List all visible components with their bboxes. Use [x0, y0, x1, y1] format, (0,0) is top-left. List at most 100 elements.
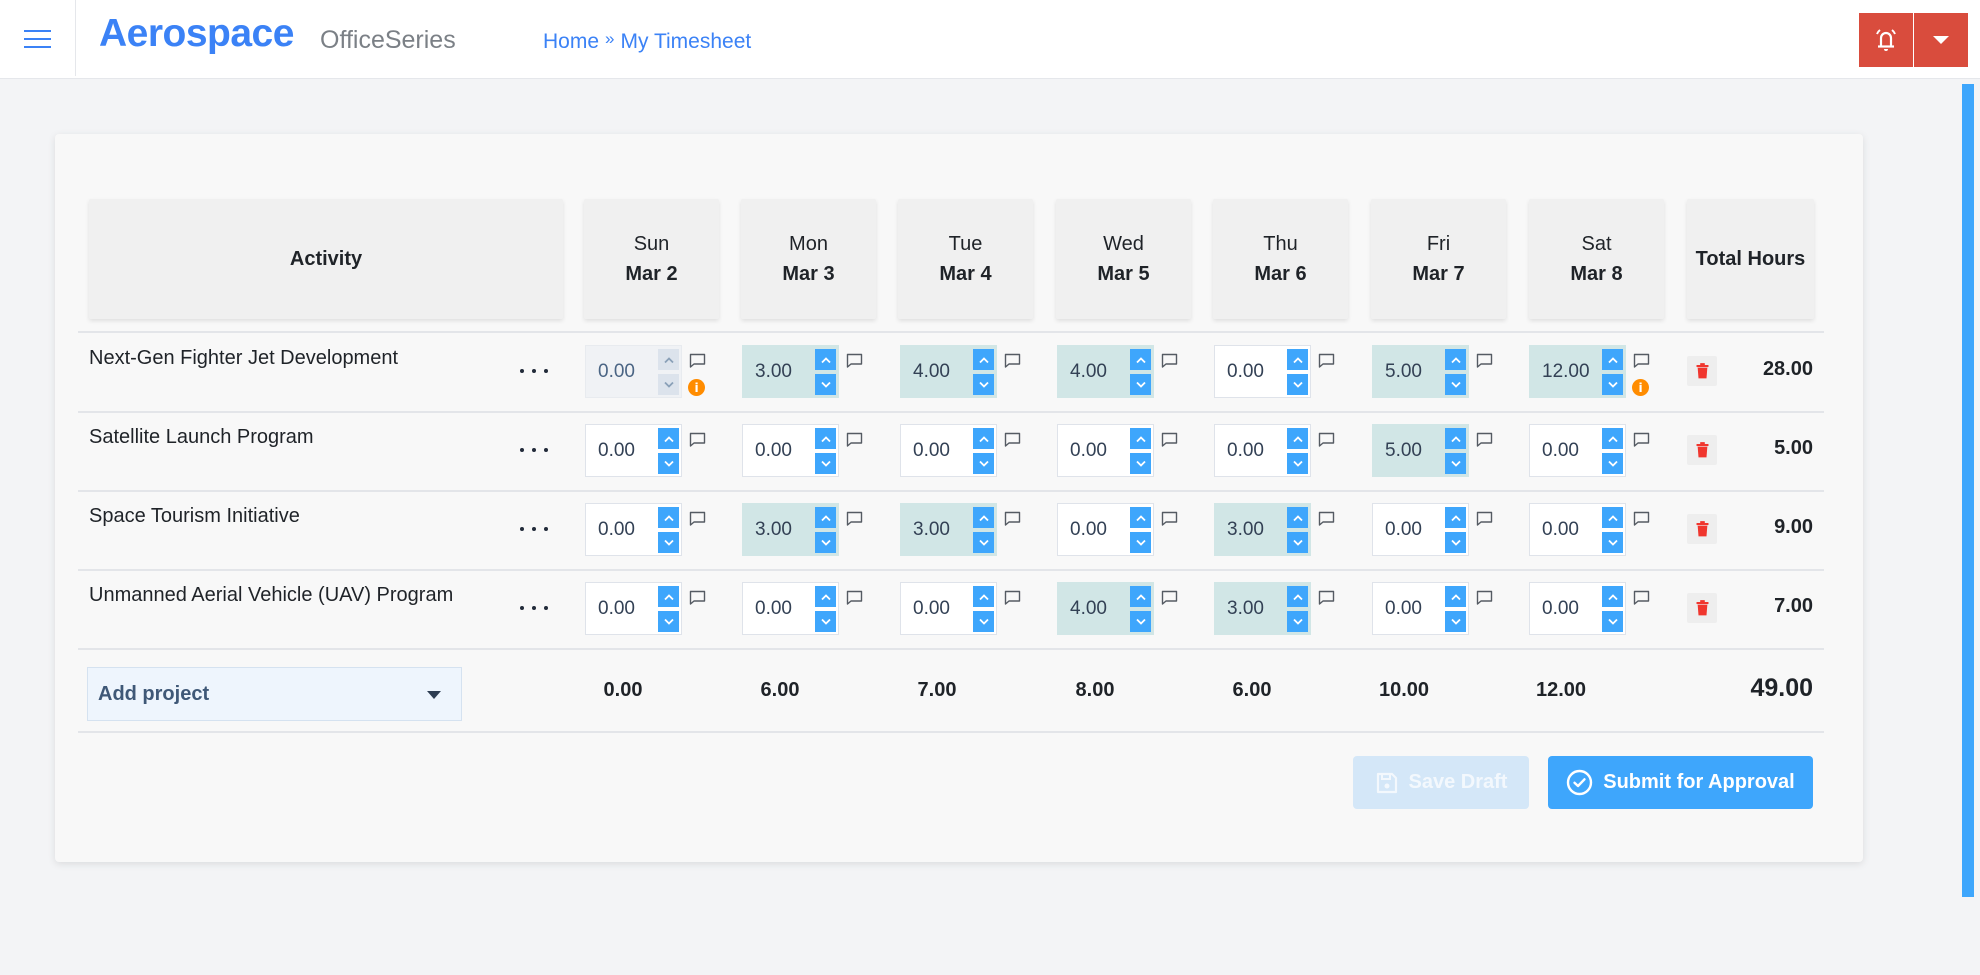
increment-chevron-up-icon[interactable]: [1602, 507, 1623, 528]
hours-input-sun[interactable]: 0.00: [585, 503, 682, 556]
comment-icon[interactable]: [689, 590, 706, 605]
submit-for-approval-button[interactable]: Submit for Approval: [1548, 756, 1813, 809]
increment-chevron-up-icon[interactable]: [1287, 349, 1308, 370]
row-actions-menu-icon[interactable]: [520, 440, 548, 460]
decrement-chevron-down-icon[interactable]: [1445, 374, 1466, 395]
comment-icon[interactable]: [1633, 511, 1650, 526]
comment-icon[interactable]: [1476, 432, 1493, 447]
increment-chevron-up-icon[interactable]: [973, 586, 994, 607]
increment-chevron-up-icon[interactable]: [1287, 507, 1308, 528]
hours-input-wed[interactable]: 0.00: [1057, 424, 1154, 477]
comment-icon[interactable]: [846, 590, 863, 605]
comment-icon[interactable]: [1318, 432, 1335, 447]
comment-icon[interactable]: [1476, 511, 1493, 526]
increment-chevron-up-icon[interactable]: [1445, 507, 1466, 528]
comment-icon[interactable]: [846, 511, 863, 526]
row-actions-menu-icon[interactable]: [520, 519, 548, 539]
comment-icon[interactable]: [1004, 511, 1021, 526]
comment-icon[interactable]: [1476, 590, 1493, 605]
comment-icon[interactable]: [1318, 511, 1335, 526]
increment-chevron-up-icon[interactable]: [1602, 349, 1623, 370]
hours-input-mon[interactable]: 3.00: [742, 503, 839, 556]
decrement-chevron-down-icon[interactable]: [1130, 611, 1151, 632]
comment-icon[interactable]: [689, 432, 706, 447]
hours-input-wed[interactable]: 4.00: [1057, 582, 1154, 635]
hours-input-fri[interactable]: 5.00: [1372, 345, 1469, 398]
increment-chevron-up-icon[interactable]: [1602, 428, 1623, 449]
decrement-chevron-down-icon[interactable]: [1130, 374, 1151, 395]
increment-chevron-up-icon[interactable]: [658, 507, 679, 528]
decrement-chevron-down-icon[interactable]: [1602, 611, 1623, 632]
decrement-chevron-down-icon[interactable]: [973, 374, 994, 395]
info-warning-icon[interactable]: i: [688, 379, 705, 396]
decrement-chevron-down-icon[interactable]: [973, 532, 994, 553]
comment-icon[interactable]: [1476, 353, 1493, 368]
brand-logo[interactable]: Aerospace: [99, 12, 294, 56]
increment-chevron-up-icon[interactable]: [1445, 349, 1466, 370]
decrement-chevron-down-icon[interactable]: [973, 611, 994, 632]
hours-input-wed[interactable]: 4.00: [1057, 345, 1154, 398]
decrement-chevron-down-icon[interactable]: [973, 453, 994, 474]
delete-row-button[interactable]: [1687, 356, 1717, 386]
decrement-chevron-down-icon[interactable]: [1602, 374, 1623, 395]
increment-chevron-up-icon[interactable]: [658, 586, 679, 607]
hours-input-mon[interactable]: 0.00: [742, 424, 839, 477]
comment-icon[interactable]: [1161, 511, 1178, 526]
decrement-chevron-down-icon[interactable]: [1287, 611, 1308, 632]
hours-input-mon[interactable]: 3.00: [742, 345, 839, 398]
hours-input-thu[interactable]: 3.00: [1214, 503, 1311, 556]
decrement-chevron-down-icon[interactable]: [1287, 532, 1308, 553]
hours-input-fri[interactable]: 0.00: [1372, 582, 1469, 635]
decrement-chevron-down-icon[interactable]: [815, 374, 836, 395]
decrement-chevron-down-icon[interactable]: [658, 532, 679, 553]
decrement-chevron-down-icon[interactable]: [815, 532, 836, 553]
increment-chevron-up-icon[interactable]: [1130, 349, 1151, 370]
decrement-chevron-down-icon[interactable]: [1445, 532, 1466, 553]
increment-chevron-up-icon[interactable]: [815, 428, 836, 449]
decrement-chevron-down-icon[interactable]: [1445, 453, 1466, 474]
increment-chevron-up-icon[interactable]: [1130, 428, 1151, 449]
breadcrumb-home[interactable]: Home: [543, 30, 599, 54]
info-warning-icon[interactable]: i: [1632, 379, 1649, 396]
increment-chevron-up-icon[interactable]: [1445, 428, 1466, 449]
decrement-chevron-down-icon[interactable]: [1287, 374, 1308, 395]
decrement-chevron-down-icon[interactable]: [1287, 453, 1308, 474]
increment-chevron-up-icon[interactable]: [973, 428, 994, 449]
delete-row-button[interactable]: [1687, 435, 1717, 465]
increment-chevron-up-icon[interactable]: [1602, 586, 1623, 607]
comment-icon[interactable]: [1161, 590, 1178, 605]
hours-input-sat[interactable]: 12.00: [1529, 345, 1626, 398]
decrement-chevron-down-icon[interactable]: [1130, 453, 1151, 474]
save-draft-button[interactable]: Save Draft: [1353, 756, 1529, 809]
comment-icon[interactable]: [1633, 353, 1650, 368]
hours-input-wed[interactable]: 0.00: [1057, 503, 1154, 556]
hours-input-tue[interactable]: 4.00: [900, 345, 997, 398]
hours-input-tue[interactable]: 0.00: [900, 582, 997, 635]
delete-row-button[interactable]: [1687, 514, 1717, 544]
hours-input-tue[interactable]: 3.00: [900, 503, 997, 556]
hours-input-mon[interactable]: 0.00: [742, 582, 839, 635]
user-menu-dropdown-button[interactable]: [1914, 13, 1968, 67]
increment-chevron-up-icon[interactable]: [658, 428, 679, 449]
comment-icon[interactable]: [1318, 353, 1335, 368]
decrement-chevron-down-icon[interactable]: [815, 611, 836, 632]
delete-row-button[interactable]: [1687, 593, 1717, 623]
comment-icon[interactable]: [1004, 432, 1021, 447]
hours-input-sat[interactable]: 0.00: [1529, 424, 1626, 477]
increment-chevron-up-icon[interactable]: [1445, 586, 1466, 607]
increment-chevron-up-icon[interactable]: [815, 507, 836, 528]
hours-input-tue[interactable]: 0.00: [900, 424, 997, 477]
decrement-chevron-down-icon[interactable]: [1602, 532, 1623, 553]
comment-icon[interactable]: [846, 353, 863, 368]
decrement-chevron-down-icon[interactable]: [1445, 611, 1466, 632]
vertical-scrollbar[interactable]: [1962, 84, 1974, 897]
add-project-dropdown[interactable]: Add project: [87, 667, 462, 721]
notifications-button[interactable]: [1859, 13, 1913, 67]
hours-input-sun[interactable]: 0.00: [585, 424, 682, 477]
increment-chevron-up-icon[interactable]: [1130, 586, 1151, 607]
hours-input-sat[interactable]: 0.00: [1529, 582, 1626, 635]
decrement-chevron-down-icon[interactable]: [1602, 453, 1623, 474]
hours-input-thu[interactable]: 3.00: [1214, 582, 1311, 635]
increment-chevron-up-icon[interactable]: [815, 349, 836, 370]
decrement-chevron-down-icon[interactable]: [1130, 532, 1151, 553]
